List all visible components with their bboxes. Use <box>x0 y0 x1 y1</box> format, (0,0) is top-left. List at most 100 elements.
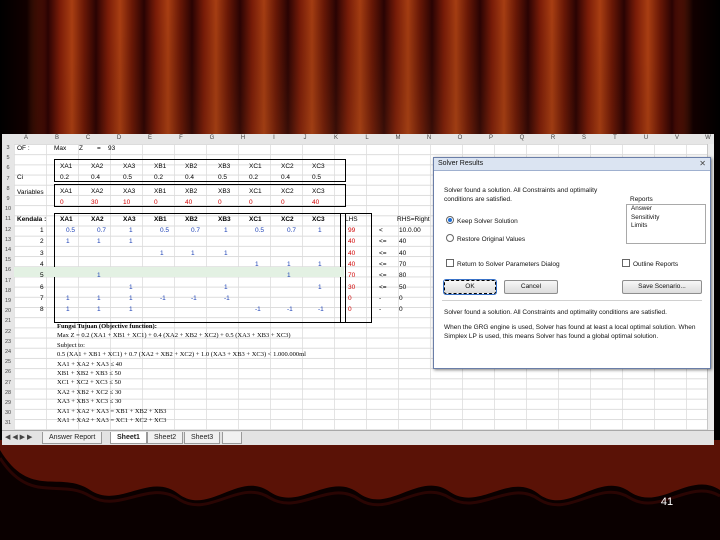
variable-name-cell: XA3 <box>123 188 136 195</box>
column-header[interactable]: K <box>330 135 342 141</box>
row-header[interactable]: 19 <box>2 298 14 304</box>
row-header[interactable]: 27 <box>2 380 14 386</box>
column-header[interactable]: A <box>20 135 32 141</box>
row-header[interactable]: 17 <box>2 278 14 284</box>
row-header[interactable]: 5 <box>2 155 14 161</box>
ci-value-cell: 0.4 <box>91 174 101 181</box>
ci-var-cell: XC1 <box>249 163 262 170</box>
column-header[interactable]: D <box>113 135 125 141</box>
column-header[interactable]: V <box>671 135 683 141</box>
row-header[interactable]: 26 <box>2 369 14 375</box>
row-header[interactable]: 6 <box>2 165 14 171</box>
report-option-answer[interactable]: Answer <box>627 205 705 214</box>
kendala-header-cell: XA1 <box>60 216 73 223</box>
ok-button[interactable]: OK <box>443 279 497 295</box>
objective-note-line: XA3 + XB3 + XC3 ≤ 30 <box>57 398 122 406</box>
tab-answer-report[interactable]: Answer Report <box>42 432 103 444</box>
of-value: 93 <box>108 145 116 152</box>
constraint-index-cell: 5 <box>40 272 44 280</box>
column-header[interactable]: B <box>51 135 63 141</box>
rhs-value-cell: 40 <box>399 238 407 246</box>
return-to-solver-checkbox[interactable]: Return to Solver Parameters Dialog <box>446 259 560 268</box>
constraint-coef-cell: -1 <box>287 306 293 314</box>
column-header[interactable]: H <box>237 135 249 141</box>
outline-reports-checkbox[interactable]: Outline Reports <box>622 259 678 268</box>
checkbox-icon <box>446 259 454 267</box>
row-header[interactable]: 8 <box>2 186 14 192</box>
keep-solution-radio[interactable]: Keep Solver Solution <box>446 216 518 225</box>
constraint-coef-cell: 1 <box>287 272 291 280</box>
column-header[interactable]: S <box>578 135 590 141</box>
constraint-coef-cell: 1 <box>129 227 133 234</box>
row-header[interactable]: 28 <box>2 390 14 396</box>
column-header[interactable]: P <box>485 135 497 141</box>
column-header[interactable]: I <box>268 135 280 141</box>
column-header[interactable]: E <box>144 135 156 141</box>
row-header[interactable]: 11 <box>2 216 14 222</box>
variable-value-cell: 40 <box>185 199 193 206</box>
variable-value-cell: 0 <box>154 199 158 206</box>
row-header[interactable]: 18 <box>2 288 14 294</box>
column-header[interactable]: O <box>454 135 466 141</box>
column-header[interactable]: J <box>299 135 311 141</box>
close-icon[interactable]: ✕ <box>699 159 706 168</box>
dialog-title: Solver Results <box>434 158 710 171</box>
ci-label: Ci <box>17 174 24 181</box>
reports-listbox[interactable]: Answer Sensitivity Limits <box>626 204 706 244</box>
tab-sheet1[interactable]: Sheet1 <box>110 432 147 444</box>
constraint-coef-cell: 1 <box>318 260 322 268</box>
operator-cell: - <box>379 294 382 302</box>
row-header[interactable]: 9 <box>2 196 14 202</box>
column-header[interactable]: W <box>702 135 714 141</box>
report-option-limits[interactable]: Limits <box>627 222 705 231</box>
row-header[interactable]: 10 <box>2 206 14 212</box>
column-header[interactable]: G <box>206 135 218 141</box>
row-header[interactable]: 22 <box>2 329 14 335</box>
save-scenario-button[interactable]: Save Scenario... <box>622 280 702 294</box>
tab-sheet2[interactable]: Sheet2 <box>147 432 184 444</box>
report-option-sensitivity[interactable]: Sensitivity <box>627 214 705 223</box>
row-header[interactable]: 16 <box>2 267 14 273</box>
row-header[interactable]: 30 <box>2 410 14 416</box>
kendala-header-cell: XB3 <box>218 216 231 223</box>
row-header[interactable]: 7 <box>2 176 14 182</box>
lhs-value-cell: 40 <box>348 238 356 246</box>
of-eq: = <box>97 145 101 152</box>
tab-nav-arrows[interactable]: ◀ ◀ ▶ ▶ <box>5 433 32 441</box>
column-header[interactable]: N <box>423 135 435 141</box>
new-sheet-tab[interactable] <box>222 432 242 444</box>
row-header[interactable]: 21 <box>2 318 14 324</box>
cancel-button[interactable]: Cancel <box>504 280 558 294</box>
column-header[interactable]: C <box>82 135 94 141</box>
row-header[interactable]: 14 <box>2 247 14 253</box>
row-header[interactable]: 15 <box>2 257 14 263</box>
row-header[interactable]: 20 <box>2 308 14 314</box>
constraint-coef-cell: 1 <box>97 306 101 314</box>
constraint-coef-cell: 1 <box>129 306 133 314</box>
row-header[interactable]: 24 <box>2 349 14 355</box>
row-header[interactable]: 29 <box>2 400 14 406</box>
restore-values-radio[interactable]: Restore Original Values <box>446 234 525 243</box>
row-header[interactable]: 31 <box>2 420 14 426</box>
column-header[interactable]: U <box>640 135 652 141</box>
row-header[interactable]: 23 <box>2 339 14 345</box>
column-header[interactable]: M <box>392 135 404 141</box>
row-header[interactable]: 13 <box>2 237 14 243</box>
column-header[interactable]: T <box>609 135 621 141</box>
variable-name-cell: XB1 <box>154 188 167 195</box>
column-header[interactable]: L <box>361 135 373 141</box>
row-header[interactable]: 12 <box>2 227 14 233</box>
constraint-coef-cell: 0.5 <box>160 227 170 234</box>
lhs-value-cell: 99 <box>348 227 356 234</box>
constraint-coef-cell: 1 <box>224 283 228 291</box>
row-header[interactable]: 25 <box>2 359 14 365</box>
tab-sheet3[interactable]: Sheet3 <box>184 432 221 444</box>
column-header[interactable]: F <box>175 135 187 141</box>
constraint-coef-cell: 1 <box>318 227 322 234</box>
constraint-coef-cell: -1 <box>224 294 230 302</box>
column-header[interactable]: R <box>547 135 559 141</box>
row-header[interactable]: 3 <box>2 145 14 151</box>
constraint-coef-cell: 1 <box>129 283 133 291</box>
constraint-index-cell: 3 <box>40 249 44 257</box>
column-header[interactable]: Q <box>516 135 528 141</box>
